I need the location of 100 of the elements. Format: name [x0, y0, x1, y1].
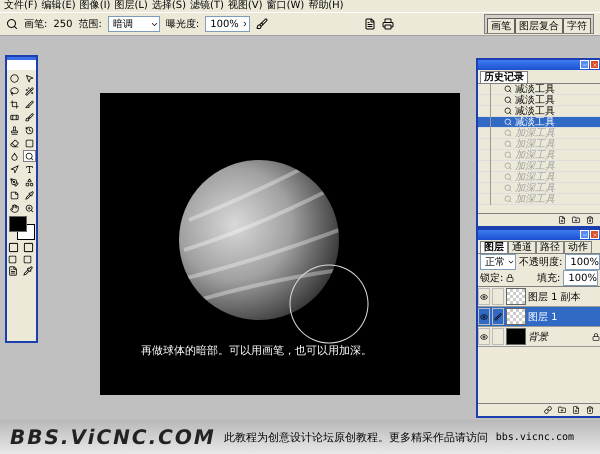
document-icon: [364, 18, 376, 30]
blend-mode-dropdown[interactable]: 正常: [480, 254, 516, 270]
minimize-icon: [582, 232, 588, 238]
fill-field[interactable]: 100%: [563, 270, 598, 286]
site-logo: BBS.ViCNC.COM: [10, 425, 216, 449]
trash-icon: [586, 406, 594, 414]
panel-tab[interactable]: 动作: [564, 241, 592, 253]
banner-text: 此教程为创意设计论坛原创教程。更多精采作品请访问: [224, 430, 488, 444]
shape-icon: [24, 178, 34, 186]
panel-tab[interactable]: 图层: [480, 241, 508, 253]
brush-icon: [494, 312, 502, 320]
magic-wand-icon: [24, 86, 34, 96]
trash-icon: [586, 216, 594, 224]
minimize-button[interactable]: [580, 60, 589, 69]
full-screen-icon: [22, 255, 32, 264]
palette-tab[interactable]: 画笔: [487, 18, 515, 33]
new-layer-icon: [572, 406, 580, 414]
eye-icon: [480, 292, 488, 300]
tool-button[interactable]: [8, 176, 20, 188]
layer-row[interactable]: 背景: [478, 327, 600, 347]
tool-button[interactable]: [22, 85, 36, 97]
tool-button[interactable]: [8, 72, 20, 84]
lasso-icon: [10, 86, 18, 96]
range-label: 范围:: [78, 18, 102, 31]
tool-button[interactable]: [22, 98, 36, 110]
bandage-icon: [10, 112, 18, 122]
close-button[interactable]: [590, 230, 599, 239]
lock-icon: [506, 274, 514, 282]
screen-mode-icon: [8, 255, 16, 264]
hand-icon: [10, 204, 18, 212]
note-icon: [10, 190, 18, 200]
exposure-field[interactable]: 100%: [205, 16, 250, 32]
brush-size[interactable]: 250: [53, 18, 72, 30]
range-dropdown[interactable]: 暗调: [108, 16, 160, 32]
tool-button[interactable]: [8, 202, 20, 214]
new-document-icon: [558, 216, 566, 224]
menu-item[interactable]: 图像(I): [80, 0, 110, 12]
printer-icon: [382, 18, 394, 30]
layer-thumbnail: [506, 288, 526, 305]
palette-tab[interactable]: 字符: [563, 18, 591, 33]
tool-button[interactable]: [8, 98, 20, 110]
eraser-icon: [10, 138, 18, 148]
layer-thumbnail: [506, 308, 526, 325]
quick-mask-icon: [22, 242, 34, 253]
menu-item[interactable]: 图层(L): [114, 0, 148, 12]
caption-text: 再做球体的暗部。可以用画笔，也可以用加深。: [141, 343, 372, 358]
history-tab[interactable]: 历史记录: [480, 71, 528, 83]
close-icon: [592, 62, 598, 68]
pen-icon: [10, 178, 18, 186]
tool-button[interactable]: [22, 111, 36, 123]
brush-icon: [24, 112, 34, 122]
chevron-down-icon: [507, 258, 515, 266]
stamp-icon: [10, 126, 18, 134]
layer-thumbnail: [506, 328, 526, 345]
panel-tab[interactable]: 路径: [536, 241, 564, 253]
tool-button[interactable]: [22, 150, 36, 162]
opacity-label: 不透明度:: [519, 256, 562, 269]
menu-item[interactable]: 选择(S): [152, 0, 186, 12]
type-icon: [24, 164, 34, 174]
layer-row[interactable]: 图层 1: [478, 307, 600, 327]
color-swatches-icon[interactable]: [8, 216, 34, 240]
menu-item[interactable]: 帮助(H): [308, 0, 344, 12]
exposure-label: 曝光度:: [166, 18, 200, 31]
minimize-button[interactable]: [580, 230, 589, 239]
menu-item[interactable]: 视图(V): [228, 0, 263, 12]
menu-item[interactable]: 编辑(E): [42, 0, 76, 12]
selection-arrow-icon: [10, 164, 18, 174]
site-url[interactable]: bbs.vicnc.com: [496, 432, 574, 442]
close-button[interactable]: [590, 60, 599, 69]
menu-item[interactable]: 滤镜(T): [190, 0, 224, 12]
zoom-icon: [24, 204, 34, 212]
tool-button[interactable]: [8, 85, 20, 97]
standard-mode-icon: [8, 242, 18, 253]
eye-icon: [480, 332, 488, 340]
history-item[interactable]: 减淡工具: [478, 95, 600, 106]
fill-label: 填充:: [537, 272, 560, 285]
eye-icon: [480, 312, 488, 320]
new-folder-icon: [558, 406, 566, 414]
tool-button[interactable]: [8, 137, 20, 149]
opacity-field[interactable]: 100%: [565, 254, 600, 270]
marquee-icon: [10, 74, 18, 82]
link-icon: [544, 406, 552, 414]
close-icon: [592, 232, 598, 238]
history-item[interactable]: 减淡工具: [478, 117, 600, 128]
history-item[interactable]: 减淡工具: [478, 84, 600, 95]
history-brush-icon: [24, 126, 34, 134]
move-icon: [24, 74, 34, 82]
slice-icon: [24, 100, 34, 108]
feather-logo-icon: [7, 57, 36, 70]
airbrush-icon: [256, 18, 268, 30]
brush-cursor-icon: [289, 264, 369, 344]
minimize-icon: [582, 62, 588, 68]
palette-tab[interactable]: 图层复合: [515, 18, 563, 33]
panel-tab[interactable]: 通道: [508, 241, 536, 253]
droplet-icon: [10, 152, 18, 160]
eyedropper-icon: [24, 190, 34, 200]
brush-label: 画笔:: [24, 18, 48, 31]
lock-label: 锁定:: [480, 272, 504, 285]
crop-icon: [10, 100, 18, 108]
lock-icon: [592, 332, 600, 340]
